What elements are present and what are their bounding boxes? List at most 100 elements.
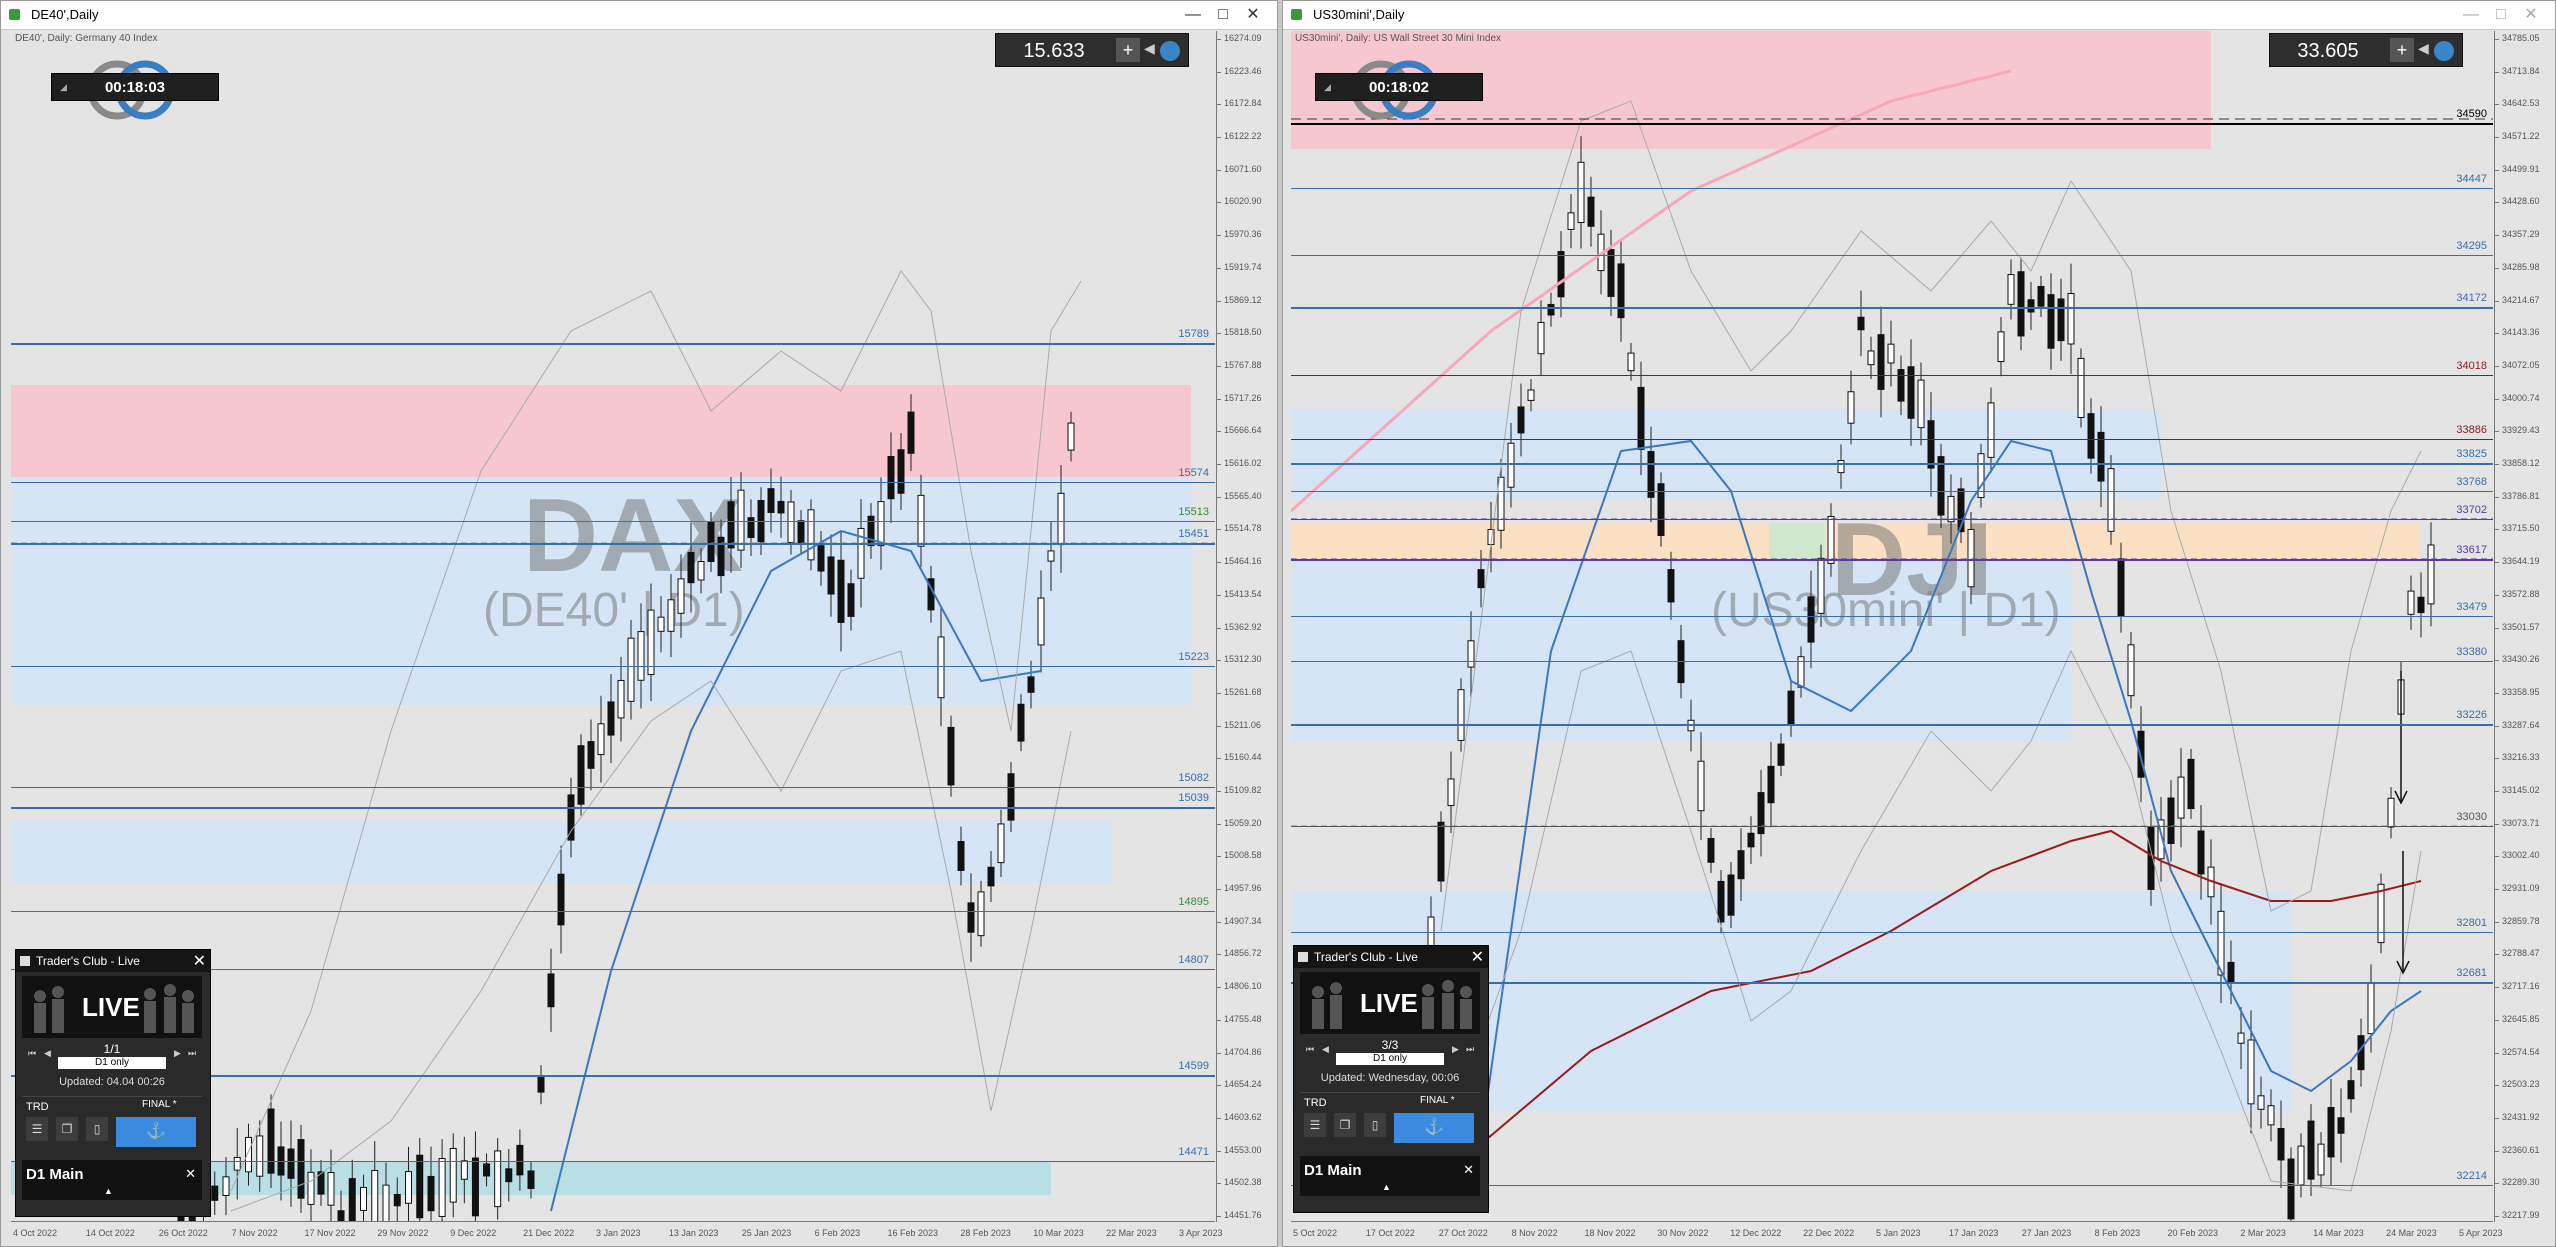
candle-body xyxy=(807,509,815,561)
first-page-icon[interactable]: ⏮ xyxy=(28,1048,40,1062)
anchor-button[interactable]: ⚓ xyxy=(1394,1113,1474,1143)
level-line[interactable] xyxy=(1291,932,2493,933)
prev-page-icon[interactable]: ◀ xyxy=(44,1048,56,1062)
d1-main-tab[interactable]: D1 Main ✕ ▲ xyxy=(1300,1156,1480,1196)
candle-body xyxy=(2197,830,2205,875)
level-line[interactable] xyxy=(11,482,1215,483)
dji-title-bar[interactable]: US30mini',Daily — □ ✕ xyxy=(1283,1,2555,30)
next-page-icon[interactable]: ▶ xyxy=(174,1048,186,1062)
traders-club-panel-right[interactable]: Trader's Club - Live ✕ LIVE ⏮ ◀ 3/3 D1 o… xyxy=(1293,945,1489,1213)
level-line[interactable] xyxy=(1291,559,2493,561)
dji-chart-window[interactable]: US30mini',Daily — □ ✕ US30mini', Daily: … xyxy=(1282,0,2556,1247)
mobile-icon[interactable]: ▯ xyxy=(1364,1113,1386,1137)
candle-body xyxy=(438,1157,446,1217)
filter-label[interactable]: D1 only xyxy=(58,1057,166,1069)
close-button[interactable]: ✕ xyxy=(2521,5,2541,25)
trd-label: TRD xyxy=(26,1101,49,1113)
maximize-button[interactable]: □ xyxy=(2491,5,2511,25)
collapse-arrow-icon[interactable]: ◀ xyxy=(2418,40,2430,57)
level-line[interactable] xyxy=(11,666,1215,667)
y-tick-label: 33858.12 xyxy=(2502,458,2540,469)
panel-close-button[interactable]: ✕ xyxy=(1471,947,1484,967)
list-icon[interactable]: ☰ xyxy=(26,1117,48,1141)
level-line[interactable] xyxy=(1291,307,2493,309)
first-page-icon[interactable]: ⏮ xyxy=(1306,1044,1318,1058)
main-close-icon[interactable]: ✕ xyxy=(1463,1162,1474,1178)
y-tick-mark xyxy=(1217,365,1221,367)
expand-arrow-icon[interactable]: ▲ xyxy=(104,1186,113,1196)
dji-time-axis[interactable]: 5 Oct 2022 17 Oct 2022 27 Oct 2022 8 Nov 20… xyxy=(1291,1221,2503,1246)
level-label: 15789 xyxy=(1178,328,1209,340)
add-order-button[interactable]: + xyxy=(2390,38,2414,62)
level-line[interactable] xyxy=(1291,661,2493,662)
expand-arrow-icon[interactable]: ▲ xyxy=(1382,1182,1391,1192)
filter-label[interactable]: D1 only xyxy=(1336,1053,1444,1065)
last-page-icon[interactable]: ⏭ xyxy=(188,1048,200,1062)
next-page-icon[interactable]: ▶ xyxy=(1452,1044,1464,1058)
y-tick-label: 14553.00 xyxy=(1224,1144,1262,1155)
candle-body xyxy=(827,556,835,595)
y-tick-label: 15261.68 xyxy=(1224,686,1262,697)
y-tick-label: 32431.92 xyxy=(2502,1111,2540,1122)
list-icon[interactable]: ☰ xyxy=(1304,1113,1326,1137)
prev-page-icon[interactable]: ◀ xyxy=(1322,1044,1334,1058)
level-line[interactable] xyxy=(1291,491,2493,492)
windows-icon[interactable]: ❐ xyxy=(1334,1113,1356,1137)
x-tick-label: 22 Mar 2023 xyxy=(1106,1228,1157,1238)
candle-body xyxy=(2037,285,2045,307)
level-line[interactable] xyxy=(1291,463,2493,465)
level-line[interactable] xyxy=(1291,375,2493,376)
level-line[interactable] xyxy=(1291,188,2493,189)
candle-body xyxy=(1567,212,1575,230)
level-label: 33479 xyxy=(2456,601,2487,613)
status-circle-icon xyxy=(1160,41,1180,61)
maximize-button[interactable]: □ xyxy=(1213,5,1233,25)
level-line[interactable] xyxy=(11,911,1215,912)
add-order-button[interactable]: + xyxy=(1116,38,1140,62)
windows-icon[interactable]: ❐ xyxy=(56,1117,78,1141)
level-line[interactable] xyxy=(11,521,1215,522)
dax-title-bar[interactable]: DE40',Daily — □ ✕ xyxy=(1,1,1277,30)
y-tick-mark xyxy=(2495,267,2499,269)
level-line[interactable] xyxy=(1291,255,2493,256)
panel-header[interactable]: Trader's Club - Live ✕ xyxy=(16,950,210,972)
d1-main-tab[interactable]: D1 Main ✕ ▲ xyxy=(22,1160,202,1200)
level-line[interactable] xyxy=(11,807,1215,809)
minimize-button[interactable]: — xyxy=(1183,5,1203,25)
dji-spread-box: 33.605 + ◀ xyxy=(2269,33,2463,67)
candle-body xyxy=(287,1148,295,1179)
candle-body xyxy=(1057,492,1065,546)
minimize-button[interactable]: — xyxy=(2461,5,2481,25)
level-line[interactable] xyxy=(1291,439,2493,440)
dax-time-axis[interactable]: 4 Oct 2022 14 Oct 2022 26 Oct 2022 7 Nov 20… xyxy=(11,1221,1223,1246)
mobile-icon[interactable]: ▯ xyxy=(86,1117,108,1141)
y-tick-mark xyxy=(2495,398,2499,400)
candle-body xyxy=(687,551,695,584)
anchor-button[interactable]: ⚓ xyxy=(116,1117,196,1147)
y-tick-label: 34642.53 xyxy=(2502,98,2540,109)
level-line[interactable] xyxy=(1291,123,2493,125)
y-tick-mark xyxy=(2495,1183,2499,1185)
panel-header[interactable]: Trader's Club - Live ✕ xyxy=(1294,946,1488,968)
level-line[interactable] xyxy=(1291,519,2493,520)
panel-close-button[interactable]: ✕ xyxy=(193,951,206,971)
level-line[interactable] xyxy=(1291,616,2493,617)
dax-chart-window[interactable]: DE40',Daily — □ ✕ DE40', Daily: Germany … xyxy=(0,0,1278,1247)
x-tick-label: 14 Mar 2023 xyxy=(2313,1228,2364,1238)
close-button[interactable]: ✕ xyxy=(1243,5,1263,25)
main-close-icon[interactable]: ✕ xyxy=(185,1166,196,1182)
last-page-icon[interactable]: ⏭ xyxy=(1466,1044,1478,1058)
collapse-arrow-icon[interactable]: ◀ xyxy=(1144,40,1156,57)
x-tick-label: 5 Apr 2023 xyxy=(2459,1228,2503,1238)
traders-club-panel-left[interactable]: Trader's Club - Live ✕ LIVE ⏮ ◀ 1/1 D1 o… xyxy=(15,949,211,1217)
level-line[interactable] xyxy=(1291,724,2493,726)
dji-price-axis[interactable]: 34785.05 34713.84 34642.53 34571.22 34499.91… xyxy=(2494,31,2555,1222)
level-line[interactable] xyxy=(11,787,1215,788)
level-line[interactable] xyxy=(11,543,1215,545)
y-tick-mark xyxy=(2495,104,2499,106)
dax-price-axis[interactable]: 16274.09 16223.46 16172.84 16122.22 16071.60… xyxy=(1216,31,1277,1222)
candle-body xyxy=(245,1136,252,1173)
level-line[interactable] xyxy=(1291,826,2493,827)
level-line[interactable] xyxy=(11,343,1215,345)
level-label: 33617 xyxy=(2456,544,2487,556)
